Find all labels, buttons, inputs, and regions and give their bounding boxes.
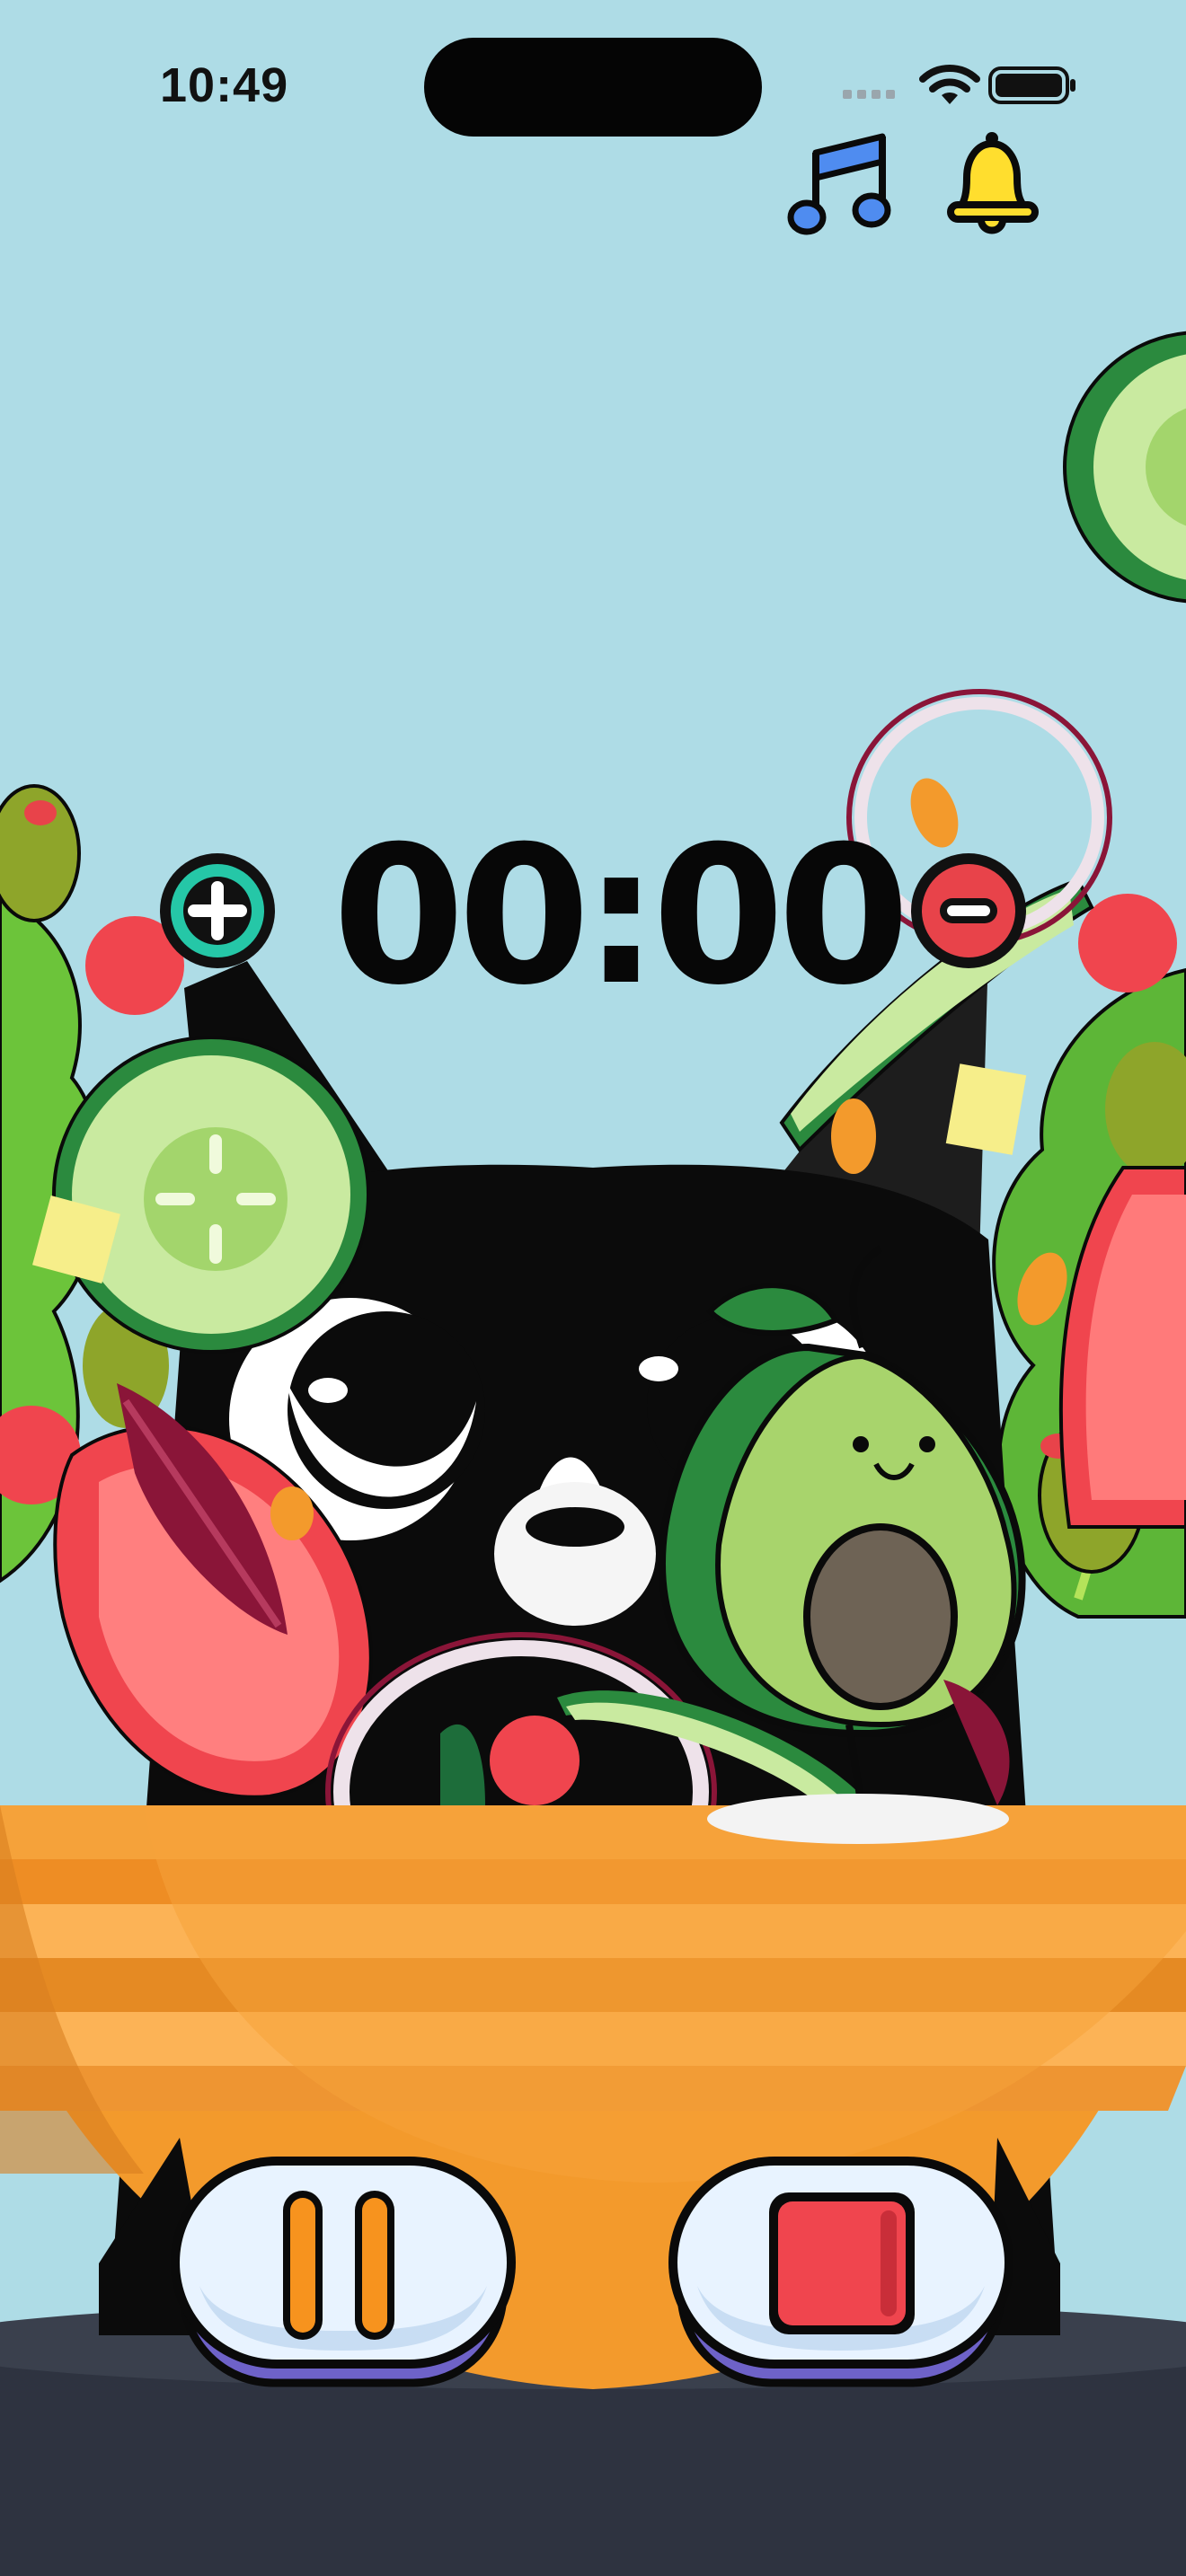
alarm-bell-button[interactable] [933, 126, 1049, 243]
timer-display: 00:00 [332, 805, 910, 1027]
pause-icon [171, 2157, 516, 2387]
bell-icon [947, 132, 1039, 234]
stop-icon [668, 2157, 1013, 2387]
wifi-icon [919, 65, 980, 104]
subtract-time-button[interactable] [906, 848, 1031, 974]
music-button[interactable] [782, 126, 898, 243]
battery-icon [988, 66, 1075, 104]
status-time: 10:49 [160, 58, 289, 112]
minus-icon [911, 853, 1026, 968]
plus-icon [160, 853, 275, 968]
stop-button[interactable] [661, 2151, 1021, 2403]
music-note-icon [787, 133, 891, 235]
status-icons [836, 63, 1078, 108]
dynamic-island [424, 38, 762, 137]
add-time-button[interactable] [155, 848, 280, 974]
pause-button[interactable] [164, 2151, 523, 2403]
